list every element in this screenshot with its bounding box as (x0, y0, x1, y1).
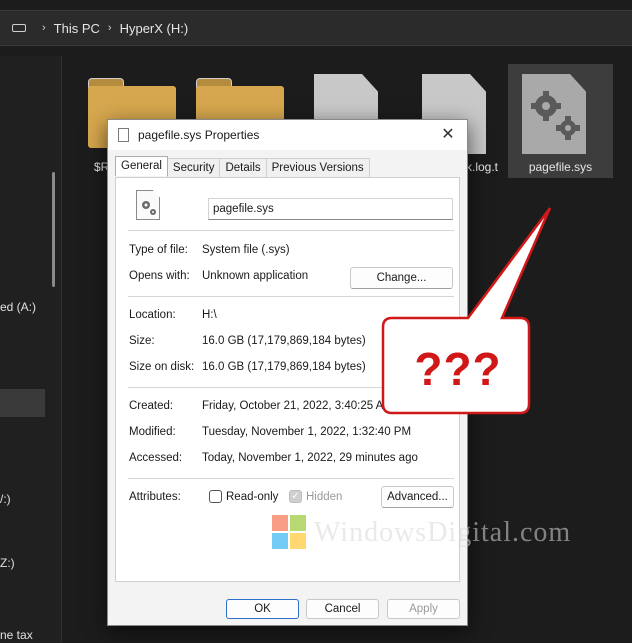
size-on-disk-label: Size on disk: (129, 361, 195, 373)
nav-item-tax[interactable]: ne tax (0, 628, 33, 642)
tab-bar: General Security Details Previous Versio… (115, 156, 370, 178)
accessed-label: Accessed: (129, 452, 183, 464)
tab-security[interactable]: Security (166, 158, 221, 178)
callout-text: ??? (414, 343, 502, 395)
tab-details[interactable]: Details (219, 158, 267, 178)
location-label: Location: (129, 309, 176, 321)
tab-general[interactable]: General (115, 156, 168, 176)
advanced-button[interactable]: Advanced... (381, 486, 454, 508)
apply-button[interactable]: Apply (387, 599, 460, 619)
divider (128, 230, 454, 231)
opens-with-value: Unknown application (202, 270, 309, 282)
created-label: Created: (129, 400, 174, 412)
file-item-pagefile[interactable]: pagefile.sys (508, 64, 613, 178)
chevron-right-icon: › (42, 22, 46, 34)
cancel-button[interactable]: Cancel (306, 599, 379, 619)
breadcrumb-this-pc[interactable]: This PC (54, 21, 100, 36)
opens-with-label: Opens with: (129, 270, 190, 282)
nav-scrollbar[interactable] (52, 172, 55, 287)
change-button[interactable]: Change... (350, 267, 453, 289)
system-file-icon (136, 190, 160, 220)
ok-button[interactable]: OK (226, 599, 299, 619)
windows-logo-icon (272, 515, 308, 551)
gear-icon (142, 201, 156, 215)
drive-icon (12, 24, 26, 32)
divider (128, 387, 454, 388)
readonly-label: Read-only (226, 490, 279, 503)
gear-icon (531, 91, 580, 140)
checkbox-box[interactable] (209, 490, 222, 503)
watermark: WindowsDigital.com (272, 515, 571, 551)
dialog-titlebar[interactable]: pagefile.sys Properties ✕ (108, 120, 467, 150)
created-value: Friday, October 21, 2022, 3:40:25 AM (202, 400, 393, 412)
close-button[interactable]: ✕ (437, 124, 459, 146)
accessed-value: Today, November 1, 2022, 29 minutes ago (202, 452, 418, 464)
breadcrumb-hyperx[interactable]: HyperX (H:) (120, 21, 189, 36)
file-name: pagefile.sys (528, 160, 593, 174)
size-label: Size: (129, 335, 155, 347)
nav-selected-item[interactable] (0, 389, 45, 417)
navigation-pane[interactable] (0, 56, 62, 643)
system-file-icon (522, 74, 586, 154)
readonly-checkbox[interactable]: Read-only (209, 490, 278, 503)
nav-item-drive-y[interactable]: /:) (0, 492, 11, 506)
location-value: H:\ (202, 309, 217, 321)
type-value: System file (.sys) (202, 244, 290, 256)
nav-item-drive-z[interactable]: Z:) (0, 556, 15, 570)
modified-value: Tuesday, November 1, 2022, 1:32:40 PM (202, 426, 412, 438)
hidden-label: Hidden (306, 490, 343, 503)
hidden-checkbox[interactable]: ✓ Hidden (289, 490, 342, 503)
file-name-field[interactable] (208, 198, 453, 220)
size-value: 16.0 GB (17,179,869,184 bytes) (202, 335, 366, 347)
size-on-disk-value: 16.0 GB (17,179,869,184 bytes) (202, 361, 366, 373)
divider (128, 478, 454, 479)
watermark-text: WindowsDigital.com (314, 517, 572, 548)
divider (128, 296, 454, 297)
type-label: Type of file: (129, 244, 188, 256)
chevron-right-icon: › (107, 22, 112, 34)
address-bar[interactable]: › This PC › HyperX (H:) (0, 10, 632, 46)
nav-item-drive-a[interactable]: ed (A:) (0, 300, 36, 314)
dialog-title: pagefile.sys Properties (138, 128, 260, 142)
checkmark-icon[interactable]: ✓ (289, 490, 302, 503)
tab-previous-versions[interactable]: Previous Versions (265, 158, 370, 178)
file-icon (118, 128, 129, 142)
attributes-label: Attributes: (129, 491, 181, 503)
modified-label: Modified: (129, 426, 176, 438)
